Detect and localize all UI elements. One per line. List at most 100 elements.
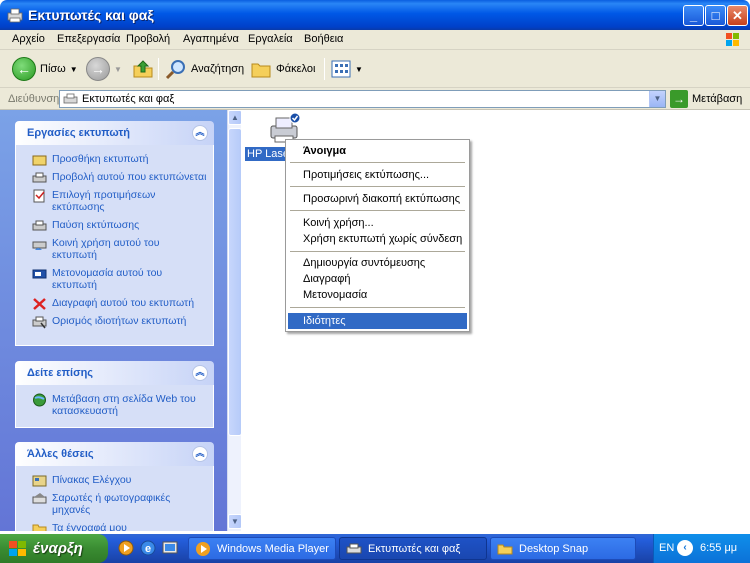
task-view-printing[interactable]: Προβολή αυτού που εκτυπώνεται (32, 171, 207, 183)
folders-button[interactable]: Φάκελοι (250, 56, 315, 82)
task-printing-preferences[interactable]: Επιλογή προτιμήσεων εκτύπωσης (32, 189, 207, 213)
add-printer-icon (32, 155, 47, 166)
ctx-pause-printing[interactable]: Προσωρινή διακοπή εκτύπωσης (288, 191, 467, 207)
task-label: Πίνακας Ελέγχου (52, 474, 132, 486)
menu-file[interactable]: Αρχείο (12, 33, 45, 45)
context-menu: Άνοιγμα Προτιμήσεις εκτύπωσης... Προσωρι… (285, 139, 470, 332)
task-label: Παύση εκτύπωσης (52, 219, 140, 231)
windows-logo-icon (9, 540, 26, 556)
printer-name: HP LaserJet (245, 147, 287, 161)
up-folder-button[interactable] (132, 56, 154, 82)
task-control-panel[interactable]: Πίνακας Ελέγχου (32, 474, 207, 487)
address-field[interactable]: Εκτυπωτές και φαξ ▼ (59, 90, 666, 108)
chevron-down-icon[interactable]: ▼ (649, 91, 665, 107)
task-label: Προβολή αυτού που εκτυπώνεται (52, 171, 207, 183)
printer-icon (32, 220, 47, 231)
task-manufacturer-website[interactable]: Μετάβαση στη σελίδα Web του κατασκευαστή (32, 393, 207, 417)
task-label: Μετάβαση στη σελίδα Web του κατασκευαστή (52, 393, 196, 417)
other-places-header[interactable]: Άλλες θέσεις ︽ (15, 442, 214, 466)
printers-folder-icon (63, 93, 78, 104)
up-folder-icon (133, 60, 153, 78)
scroll-down-icon[interactable]: ▼ (228, 514, 242, 529)
collapse-icon[interactable]: ︽ (192, 446, 208, 462)
task-pane: Εργασίες εκτυπωτή ︽ Προσθήκη εκτυπωτή Πρ… (0, 110, 227, 531)
task-label: Τα έγγραφά μου (52, 522, 127, 531)
globe-icon (33, 393, 46, 407)
task-share-printer[interactable]: Κοινή χρήση αυτού του εκτυπωτή (32, 237, 207, 261)
chevron-down-icon[interactable]: ▼ (70, 65, 78, 74)
back-button[interactable]: ← Πίσω ▼ (12, 56, 78, 82)
task-printer-properties[interactable]: Ορισμός ιδιοτήτων εκτυπωτή (32, 315, 207, 329)
ctx-create-shortcut[interactable]: Δημιουργία συντόμευσης (288, 255, 467, 271)
task-my-documents[interactable]: Τα έγγραφά μου (32, 522, 207, 531)
windows-logo-icon (726, 33, 739, 46)
show-desktop-icon[interactable] (162, 540, 178, 556)
printer-tasks-header[interactable]: Εργασίες εκτυπωτή ︽ (15, 121, 214, 145)
scroll-up-icon[interactable]: ▲ (228, 110, 242, 125)
media-player-icon[interactable] (118, 540, 134, 556)
properties-icon (32, 316, 47, 329)
task-label: Ορισμός ιδιοτήτων εκτυπωτή (52, 315, 187, 327)
task-pane-scrollbar[interactable]: ▲ ▼ (227, 110, 242, 531)
maximize-button[interactable]: □ (705, 5, 726, 26)
back-label: Πίσω (40, 63, 66, 75)
delete-icon (33, 298, 46, 310)
task-scanners-cameras[interactable]: Σαρωτές ή φωτογραφικές μηχανές (32, 492, 207, 516)
ctx-open[interactable]: Άνοιγμα (288, 143, 467, 159)
task-delete-printer[interactable]: Διαγραφή αυτού του εκτυπωτή (32, 297, 207, 310)
start-label: έναρξη (33, 540, 83, 557)
back-arrow-icon: ← (12, 57, 36, 81)
task-label: Σαρωτές ή φωτογραφικές μηχανές (52, 492, 171, 516)
ctx-sharing[interactable]: Κοινή χρήση... (288, 215, 467, 231)
search-button[interactable]: Αναζήτηση (165, 56, 244, 82)
views-button[interactable]: ▼ (331, 56, 363, 82)
clock[interactable]: 6:55 μμ (700, 542, 737, 554)
collapse-icon[interactable]: ︽ (192, 125, 208, 141)
scroll-thumb[interactable] (228, 128, 242, 436)
internet-explorer-icon[interactable]: e (140, 540, 156, 556)
svg-text:e: e (145, 543, 151, 555)
ctx-use-offline[interactable]: Χρήση εκτυπωτή χωρίς σύνδεση (288, 231, 467, 247)
taskbar-button-printers[interactable]: Εκτυπωτές και φαξ (339, 537, 487, 560)
menu-view[interactable]: Προβολή (126, 33, 170, 45)
chevron-left-icon[interactable]: ‹ (677, 540, 693, 556)
ctx-properties[interactable]: Ιδιότητες (288, 313, 467, 329)
taskbar-button-label: Εκτυπωτές και φαξ (368, 542, 461, 555)
go-button[interactable]: → Μετάβαση (670, 90, 742, 108)
forward-arrow-icon: → (86, 57, 110, 81)
menu-help[interactable]: Βοήθεια (304, 33, 343, 45)
search-label: Αναζήτηση (191, 63, 245, 75)
ctx-delete[interactable]: Διαγραφή (288, 271, 467, 287)
ctx-printing-preferences[interactable]: Προτιμήσεις εκτύπωσης... (288, 167, 467, 183)
forward-button[interactable]: → ▼ (86, 56, 122, 82)
language-indicator[interactable]: EN (659, 542, 674, 554)
title-bar: Εκτυπωτές και φαξ _ □ ✕ (0, 0, 750, 30)
close-button[interactable]: ✕ (727, 5, 748, 26)
see-also-header[interactable]: Δείτε επίσης ︽ (15, 361, 214, 385)
toolbar: ← Πίσω ▼ → ▼ Αναζήτηση Φάκελοι ▼ (0, 50, 750, 88)
address-label: Διεύθυνση (8, 93, 60, 105)
address-bar: Διεύθυνση Εκτυπωτές και φαξ ▼ → Μετάβαση (0, 88, 750, 110)
chevron-down-icon[interactable]: ▼ (114, 65, 122, 74)
printers-folder-icon (346, 543, 362, 553)
task-add-printer[interactable]: Προσθήκη εκτυπωτή (32, 153, 207, 166)
chevron-down-icon[interactable]: ▼ (355, 65, 363, 74)
rename-icon (32, 269, 47, 279)
minimize-button[interactable]: _ (683, 5, 704, 26)
see-also-group: Δείτε επίσης ︽ Μετάβαση στη σελίδα Web τ… (15, 361, 214, 428)
ctx-rename[interactable]: Μετονομασία (288, 287, 467, 303)
search-icon (165, 60, 185, 80)
start-button[interactable]: έναρξη (0, 534, 108, 563)
folders-label: Φάκελοι (276, 63, 316, 75)
menu-tools[interactable]: Εργαλεία (248, 33, 293, 45)
taskbar-button-media-player[interactable]: Windows Media Player (188, 537, 336, 560)
task-rename-printer[interactable]: Μετονομασία αυτού του εκτυπωτή (32, 267, 207, 291)
menu-favorites[interactable]: Αγαπημένα (183, 33, 239, 45)
collapse-icon[interactable]: ︽ (192, 365, 208, 381)
share-printer-icon (32, 241, 47, 250)
taskbar-button-desktop-snap[interactable]: Desktop Snap (490, 537, 636, 560)
task-pause-printing[interactable]: Παύση εκτύπωσης (32, 219, 207, 231)
printer-tasks-group: Εργασίες εκτυπωτή ︽ Προσθήκη εκτυπωτή Πρ… (15, 121, 214, 346)
menu-edit[interactable]: Επεξεργασία (57, 33, 120, 45)
media-player-icon (196, 541, 210, 556)
